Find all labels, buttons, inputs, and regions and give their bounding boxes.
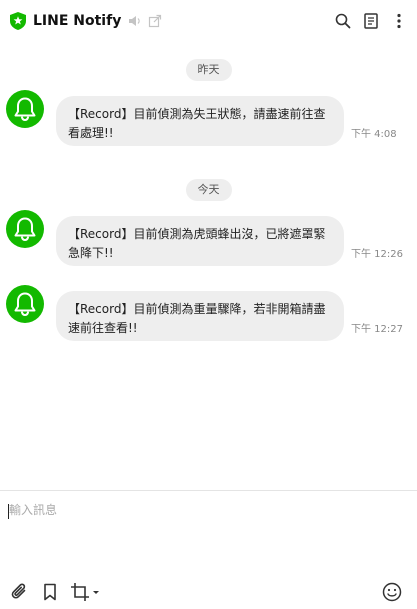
search-icon[interactable]	[329, 7, 357, 35]
bell-icon	[14, 292, 36, 317]
notes-icon[interactable]	[357, 7, 385, 35]
message-bubble[interactable]: 【Record】目前偵測為虎頭蜂出沒，已將遮罩緊急降下!!	[56, 216, 344, 266]
composer-toolbar	[0, 576, 417, 608]
message-item: 【Record】目前偵測為失王狀態，請盡速前往查看處理!! 下午 4:08	[6, 90, 411, 146]
chat-title: LINE Notify	[33, 13, 122, 29]
message-composer	[0, 491, 417, 573]
bookmark-icon[interactable]	[38, 580, 62, 604]
message-time: 下午 12:26	[351, 249, 403, 260]
avatar[interactable]	[6, 210, 44, 248]
message-text: 【Record】目前偵測為重量驟降，若非開箱請盡速前往查看!!	[68, 302, 326, 335]
message-time: 下午 12:27	[351, 324, 403, 335]
attach-icon[interactable]	[8, 580, 32, 604]
bell-icon	[14, 217, 36, 242]
crop-icon[interactable]	[68, 580, 102, 604]
shield-star-icon	[10, 12, 26, 30]
message-item: 【Record】目前偵測為重量驟降，若非開箱請盡速前往查看!! 下午 12:27	[6, 285, 411, 341]
message-item: 【Record】目前偵測為虎頭蜂出沒，已將遮罩緊急降下!! 下午 12:26	[6, 210, 411, 266]
date-separator: 昨天	[185, 59, 232, 81]
popout-icon[interactable]	[148, 14, 162, 28]
message-input[interactable]	[9, 501, 399, 561]
chat-header: LINE Notify	[0, 0, 417, 42]
message-text: 【Record】目前偵測為虎頭蜂出沒，已將遮罩緊急降下!!	[68, 227, 326, 260]
avatar[interactable]	[6, 285, 44, 323]
bell-icon	[14, 97, 36, 122]
message-bubble[interactable]: 【Record】目前偵測為失王狀態，請盡速前往查看處理!!	[56, 96, 344, 146]
date-separator: 今天	[185, 179, 232, 201]
emoji-icon[interactable]	[380, 580, 404, 604]
header-actions	[329, 0, 413, 42]
message-text: 【Record】目前偵測為失王狀態，請盡速前往查看處理!!	[68, 107, 326, 140]
more-icon[interactable]	[385, 7, 413, 35]
mute-icon[interactable]	[128, 14, 142, 28]
message-time: 下午 4:08	[351, 129, 397, 140]
message-list[interactable]: 昨天 【Record】目前偵測為失王狀態，請盡速前往查看處理!! 下午 4:08…	[0, 42, 417, 490]
message-bubble[interactable]: 【Record】目前偵測為重量驟降，若非開箱請盡速前往查看!!	[56, 291, 344, 341]
avatar[interactable]	[6, 90, 44, 128]
